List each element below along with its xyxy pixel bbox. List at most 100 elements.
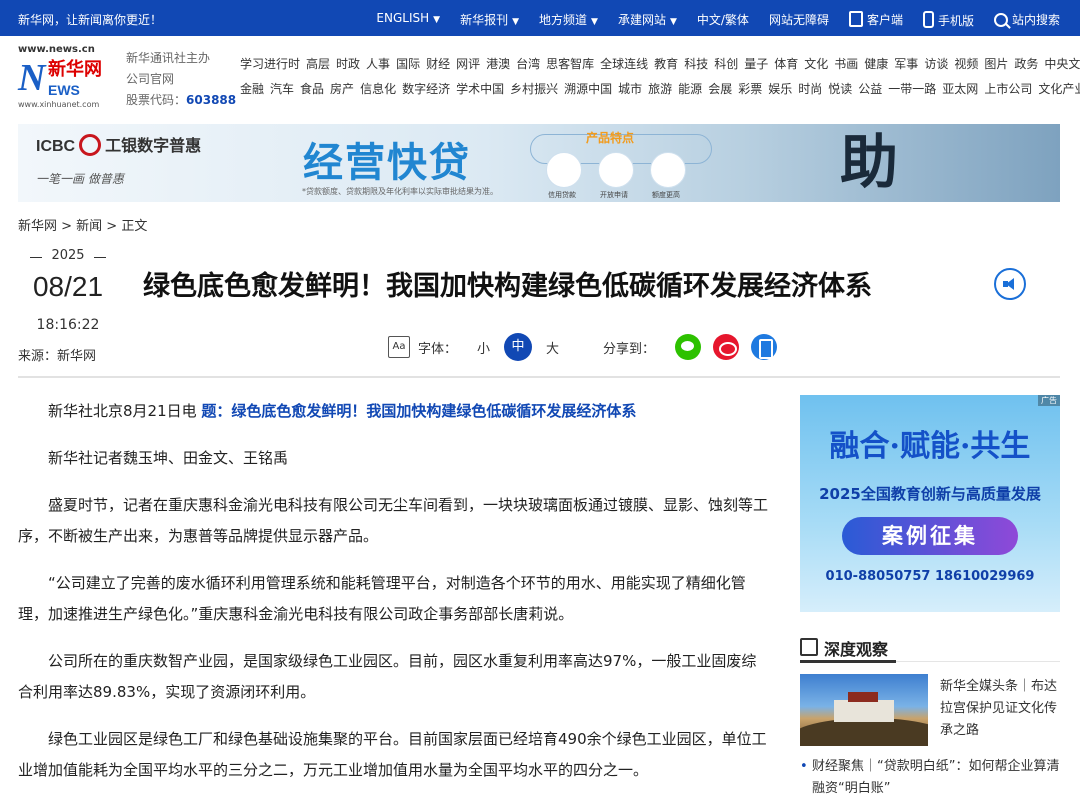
article-paragraph: 盛夏时节，记者在重庆惠科金渝光电科技有限公司无尘车间看到，一块块玻璃面板通过镀膜… <box>18 496 769 545</box>
channel-link[interactable]: 金融 <box>240 77 264 102</box>
channel-link[interactable]: 学习进行时 <box>240 52 300 77</box>
higher-limit-icon <box>650 152 686 188</box>
channel-link[interactable]: 娱乐 <box>768 77 792 102</box>
article-byline: 新华社记者魏玉坤、田金文、王铭禹 <box>48 449 289 467</box>
channel-link[interactable]: 访谈 <box>924 52 948 77</box>
nav-client[interactable]: 客户端 <box>848 11 903 29</box>
nav-client-label: 客户端 <box>866 13 903 27</box>
news-thumbnail[interactable] <box>800 674 928 746</box>
nav-simp-trad[interactable]: 中文/繁体 <box>697 11 749 29</box>
nav-english[interactable]: ENGLISH ▼ <box>376 11 440 29</box>
nav-local-channels[interactable]: 地方频道 ▼ <box>539 11 598 29</box>
channel-link[interactable]: 全球连线 <box>600 52 648 77</box>
open-apply-icon <box>598 152 634 188</box>
channel-link[interactable]: 网评 <box>456 52 480 77</box>
xinhua-logo[interactable]: www.news.cn N 新华网 EWS www.xinhuanet.com <box>18 44 113 110</box>
mobile-share-icon[interactable] <box>751 334 778 360</box>
channel-link[interactable]: 书画 <box>834 52 858 77</box>
channel-link[interactable]: 时政 <box>336 52 360 77</box>
channel-link[interactable]: 时尚 <box>798 77 822 102</box>
font-large-button[interactable]: 大 <box>546 338 559 357</box>
stock-code[interactable]: 603888 <box>186 93 236 107</box>
nav-mobile[interactable]: 手机版 <box>922 11 974 29</box>
channel-link[interactable]: 思客智库 <box>546 52 594 77</box>
channel-link[interactable]: 文化 <box>804 52 828 77</box>
icbc-text: ICBC <box>36 138 76 155</box>
channel-link[interactable]: 城市 <box>618 77 642 102</box>
channel-link[interactable]: 数字经济 <box>402 77 450 102</box>
news-item-headline[interactable]: 新华全媒头条｜布达拉宫保护见证文化传承之路 <box>940 676 1060 742</box>
font-medium-button[interactable]: 中 <box>504 333 533 361</box>
publish-date: 2025 08/21 18:16:22 <box>18 248 118 333</box>
divider <box>18 376 1060 378</box>
channel-link[interactable]: 体育 <box>774 52 798 77</box>
channel-link[interactable]: 文化产业 <box>1038 77 1080 102</box>
font-size-icon: Aa <box>388 336 410 358</box>
logo-name: 新华网 <box>48 59 102 80</box>
channel-link[interactable]: 公益 <box>858 77 882 102</box>
channel-link[interactable]: 溯源中国 <box>564 77 612 102</box>
weibo-share-icon[interactable] <box>713 334 740 360</box>
channel-link[interactable]: 政务 <box>1014 52 1038 77</box>
nav-mobile-label: 手机版 <box>937 14 974 28</box>
section-underline <box>800 660 896 663</box>
client-app-icon <box>848 11 863 27</box>
icbc-banner-ad[interactable]: ICBC 工银数字普惠 一笔一画 做普惠 经营快贷 *贷款额度、贷款期限及年化利率… <box>18 124 1060 202</box>
nav-accessibility[interactable]: 网站无障碍 <box>769 11 829 29</box>
publish-year: 2025 <box>18 248 118 263</box>
channel-link[interactable]: 港澳 <box>486 52 510 77</box>
channel-link[interactable]: 教育 <box>654 52 678 77</box>
breadcrumb[interactable]: 新华网 > 新闻 > 正文 <box>18 215 147 234</box>
channel-link[interactable]: 能源 <box>678 77 702 102</box>
channel-link[interactable]: 视频 <box>954 52 978 77</box>
logo-url: www.news.cn <box>18 44 95 55</box>
logo-en: EWS <box>48 82 80 98</box>
section-title: 深度观察 <box>824 640 889 659</box>
channel-link[interactable]: 一带一路 <box>888 77 936 102</box>
wechat-share-icon[interactable] <box>675 334 702 360</box>
audio-play-icon[interactable] <box>994 268 1026 300</box>
channel-link[interactable]: 亚太网 <box>942 77 978 102</box>
channel-row-2: 金融 汽车 食品 房产 信息化 数字经济 学术中国 乡村振兴 溯源中国 城市 旅游 能源 会展 彩票 娱乐时… <box>240 77 1080 102</box>
top-bar: 新华网，让新闻离你更近！ ENGLISH ▼ 新华报刊 ▼ 地方频道 ▼ 承建网站 ▼ … <box>0 0 1080 36</box>
nav-search[interactable]: 站内搜索 <box>993 11 1060 29</box>
channel-link[interactable]: 图片 <box>984 52 1008 77</box>
channel-link[interactable]: 健康 <box>864 52 888 77</box>
channel-link[interactable]: 旅游 <box>648 77 672 102</box>
nav-built-sites[interactable]: 承建网站 ▼ <box>618 11 677 29</box>
channel-link[interactable]: 汽车 <box>270 77 294 102</box>
channel-link[interactable]: 悦读 <box>828 77 852 102</box>
share-label: 分享到： <box>603 341 656 357</box>
case-collection-button[interactable]: 案例征集 <box>842 517 1018 555</box>
thumb-palace <box>834 700 894 722</box>
channel-link[interactable]: 科技 <box>684 52 708 77</box>
channel-link[interactable]: 科创 <box>714 52 738 77</box>
feature-label: 额度更高 <box>652 191 680 199</box>
education-ad[interactable]: 广告 融合·赋能·共生 2025全国教育创新与高质量发展 案例征集 010-88… <box>800 395 1060 612</box>
channel-link[interactable]: 信息化 <box>360 77 396 102</box>
channel-link[interactable]: 食品 <box>300 77 324 102</box>
channel-link[interactable]: 台湾 <box>516 52 540 77</box>
channel-link[interactable]: 军事 <box>894 52 918 77</box>
logo-mark: N <box>18 57 46 99</box>
channel-link[interactable]: 国际 <box>396 52 420 77</box>
nav-english-label: ENGLISH <box>376 11 430 25</box>
channel-link[interactable]: 高层 <box>306 52 330 77</box>
channel-link[interactable]: 中央文件 <box>1044 52 1080 77</box>
nav-newspapers[interactable]: 新华报刊 ▼ <box>460 11 519 29</box>
stock-label: 股票代码： <box>126 93 187 107</box>
channel-link[interactable]: 会展 <box>708 77 732 102</box>
article-paragraph: 公司所在的重庆数智产业园，是国家级绿色工业园区。目前，园区水重复利用率高达97%… <box>18 652 757 701</box>
channel-link[interactable]: 房产 <box>330 77 354 102</box>
channel-link[interactable]: 人事 <box>366 52 390 77</box>
channel-link[interactable]: 乡村振兴 <box>510 77 558 102</box>
channel-link[interactable]: 学术中国 <box>456 77 504 102</box>
logo-url2: www.xinhuanet.com <box>18 100 100 109</box>
channel-link[interactable]: 量子 <box>744 52 768 77</box>
font-small-button[interactable]: 小 <box>477 338 490 357</box>
channel-link[interactable]: 彩票 <box>738 77 762 102</box>
channel-link[interactable]: 上市公司 <box>984 77 1032 102</box>
org-line2[interactable]: 公司官网 <box>126 69 236 90</box>
channel-link[interactable]: 财经 <box>426 52 450 77</box>
news-list-item[interactable]: 财经聚焦｜“贷款明白纸”：如何帮企业算清融资“明白账” <box>800 756 1060 800</box>
